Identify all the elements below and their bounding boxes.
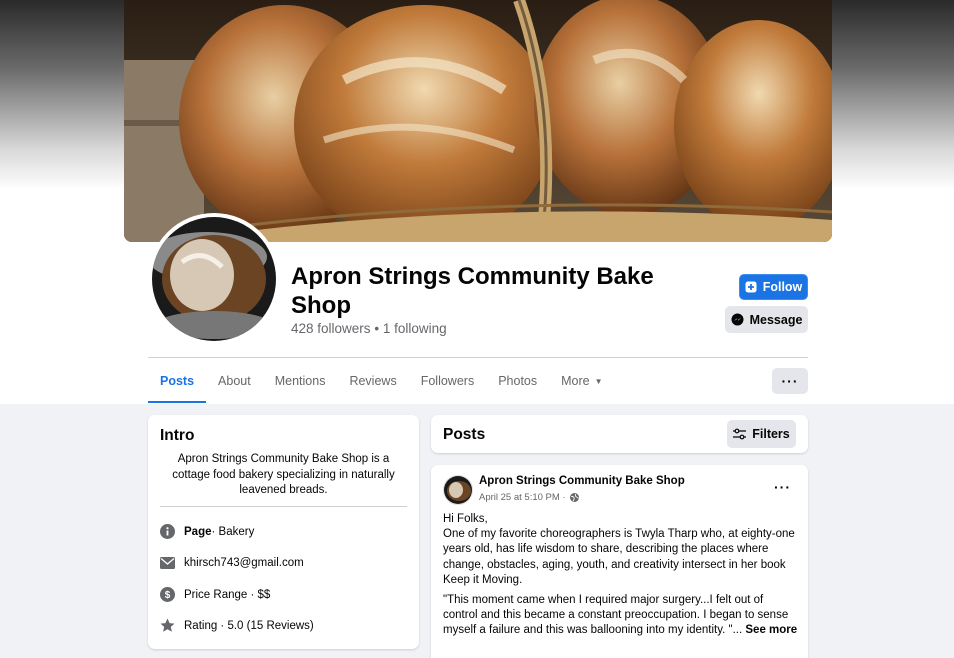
filters-label: Filters: [752, 427, 790, 441]
post-author-name[interactable]: Apron Strings Community Bake Shop: [479, 475, 685, 487]
bread-loaf-image: [152, 217, 276, 341]
globe-icon: [569, 493, 579, 502]
message-button[interactable]: Message: [725, 306, 808, 333]
page-tabs: Posts About Mentions Reviews Followers P…: [148, 359, 615, 403]
tab-followers[interactable]: Followers: [409, 359, 487, 403]
tab-reviews[interactable]: Reviews: [337, 359, 408, 403]
post-timestamp[interactable]: April 25 at 5:10 PM ·: [479, 492, 566, 503]
bread-basket-image: [124, 0, 832, 242]
rating-text[interactable]: Rating · 5.0 (15 Reviews): [184, 620, 314, 632]
follow-icon: [745, 281, 757, 293]
followers-count[interactable]: 428 followers: [291, 321, 371, 336]
post-body: Hi Folks, One of my favorite choreograph…: [443, 512, 798, 644]
intro-card: Intro Apron Strings Community Bake Shop …: [148, 415, 419, 649]
tab-posts[interactable]: Posts: [148, 359, 207, 403]
dollar-icon: $: [160, 587, 175, 602]
filters-icon: [733, 428, 747, 440]
page-stats: 428 followers • 1 following: [291, 321, 447, 336]
follow-button[interactable]: Follow: [739, 274, 808, 300]
page-category: · Bakery: [211, 525, 255, 538]
tab-photos[interactable]: Photos: [486, 359, 549, 403]
page-title: Apron Strings Community Bake Shop: [291, 263, 654, 319]
message-label: Message: [749, 312, 803, 327]
see-more-link[interactable]: See more: [745, 624, 797, 636]
intro-divider: [160, 506, 407, 507]
envelope-icon: [160, 555, 175, 570]
email-link[interactable]: khirsch743@gmail.com: [184, 557, 304, 569]
cover-photo[interactable]: [124, 0, 832, 242]
follow-label: Follow: [762, 280, 803, 294]
more-options-button[interactable]: ···: [772, 368, 808, 394]
posts-header-card: Posts Filters: [431, 415, 808, 453]
post-options-button[interactable]: ···: [774, 479, 791, 495]
intro-price-range: $ Price Range · $$: [160, 587, 270, 602]
intro-page-category: Page · Bakery: [160, 524, 254, 539]
post-author-avatar[interactable]: [443, 475, 473, 505]
header-divider: [148, 357, 808, 358]
intro-bio: Apron Strings Community Bake Shop is a c…: [172, 453, 395, 496]
info-icon: [160, 524, 175, 539]
intro-rating: Rating · 5.0 (15 Reviews): [160, 618, 314, 633]
price-range-text: Price Range · $$: [184, 588, 271, 601]
intro-heading: Intro: [160, 427, 195, 444]
posts-heading: Posts: [443, 426, 486, 443]
post-card: Apron Strings Community Bake Shop April …: [431, 465, 808, 658]
tab-about[interactable]: About: [206, 359, 263, 403]
profile-picture[interactable]: [148, 213, 280, 345]
following-count[interactable]: 1 following: [383, 321, 447, 336]
post-paragraph-2: "This moment came when I required major …: [443, 594, 798, 637]
tab-more[interactable]: More ▼: [549, 359, 614, 403]
messenger-icon: [731, 313, 744, 326]
filters-button[interactable]: Filters: [727, 420, 796, 448]
tab-mentions[interactable]: Mentions: [263, 359, 338, 403]
intro-email: khirsch743@gmail.com: [160, 555, 304, 570]
svg-text:$: $: [165, 590, 171, 601]
caret-down-icon: ▼: [594, 376, 603, 386]
post-paragraph-1: One of my favorite choreographers is Twy…: [443, 528, 795, 586]
page-label: Page: [184, 525, 212, 538]
stats-separator: •: [374, 321, 380, 336]
star-icon: [160, 618, 175, 633]
post-greeting: Hi Folks,: [443, 513, 488, 525]
post-meta: April 25 at 5:10 PM ·: [479, 492, 579, 503]
